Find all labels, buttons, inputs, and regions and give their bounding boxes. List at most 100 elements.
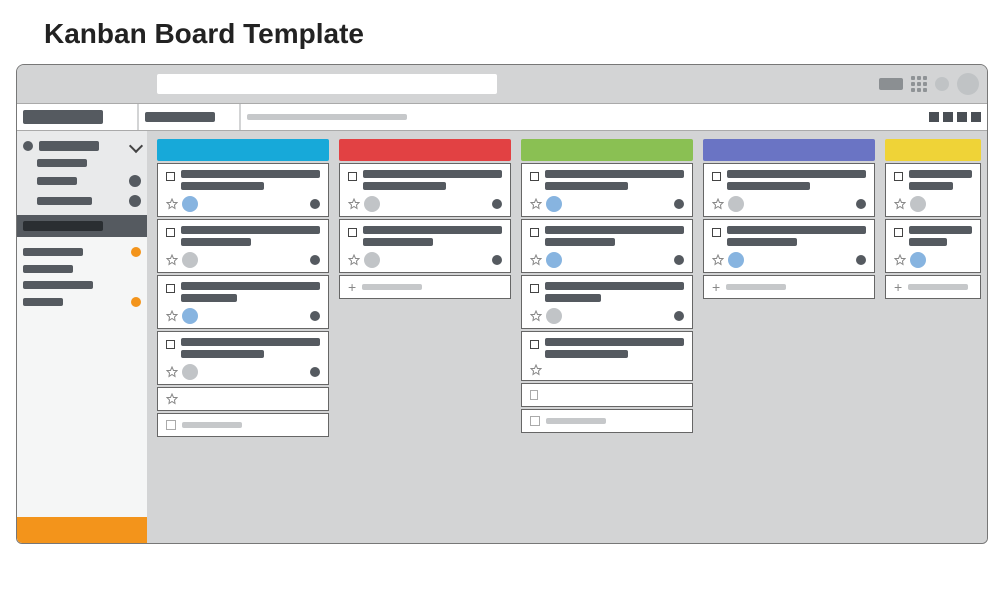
column-header[interactable] — [339, 139, 511, 161]
chrome-button-icon[interactable] — [879, 78, 903, 90]
card-text-line — [909, 226, 972, 234]
assignee-avatar-icon[interactable] — [182, 196, 198, 212]
checkbox-icon[interactable] — [530, 228, 539, 237]
star-icon[interactable] — [166, 310, 178, 322]
star-icon[interactable] — [712, 254, 724, 266]
sidebar-item-active[interactable] — [17, 215, 147, 237]
kanban-board: + + + — [147, 131, 987, 543]
assignee-avatar-icon[interactable] — [546, 196, 562, 212]
checkbox-icon[interactable] — [894, 172, 903, 181]
url-bar[interactable] — [157, 74, 497, 94]
star-icon[interactable] — [894, 198, 906, 210]
kanban-card[interactable] — [339, 163, 511, 217]
star-icon[interactable] — [530, 310, 542, 322]
assignee-avatar-icon[interactable] — [182, 308, 198, 324]
checkbox-icon[interactable] — [166, 228, 175, 237]
card-footer-row[interactable] — [157, 387, 329, 411]
add-card-button[interactable]: + — [703, 275, 875, 299]
sidebar-cta-button[interactable] — [17, 517, 147, 543]
sidebar-item[interactable] — [23, 155, 141, 171]
toolbar-button[interactable] — [957, 112, 967, 122]
sidebar-header[interactable] — [23, 137, 141, 155]
checkbox-icon[interactable] — [712, 172, 721, 181]
kanban-card[interactable] — [521, 331, 693, 381]
column-header[interactable] — [157, 139, 329, 161]
checkbox-icon[interactable] — [166, 172, 175, 181]
star-icon[interactable] — [530, 254, 542, 266]
kanban-card[interactable] — [885, 219, 981, 273]
star-icon[interactable] — [530, 198, 542, 210]
column-header[interactable] — [521, 139, 693, 161]
assignee-avatar-icon[interactable] — [364, 252, 380, 268]
assignee-avatar-icon[interactable] — [728, 252, 744, 268]
sidebar-item[interactable] — [23, 293, 141, 311]
assignee-avatar-icon[interactable] — [182, 364, 198, 380]
kanban-card[interactable] — [521, 163, 693, 217]
checkbox-icon[interactable] — [894, 228, 903, 237]
assignee-avatar-icon[interactable] — [546, 252, 562, 268]
star-icon[interactable] — [166, 254, 178, 266]
badge-dot-icon — [129, 195, 141, 207]
column-header[interactable] — [885, 139, 981, 161]
kanban-card[interactable] — [157, 219, 329, 273]
sidebar-item[interactable] — [23, 243, 141, 261]
checkbox-icon[interactable] — [166, 284, 175, 293]
card-text-line — [545, 226, 684, 234]
checkbox-icon[interactable] — [166, 340, 175, 349]
add-card-button[interactable] — [521, 409, 693, 433]
star-icon[interactable] — [348, 198, 360, 210]
breadcrumb-tab[interactable] — [139, 104, 239, 130]
kanban-card[interactable] — [339, 219, 511, 273]
checkbox-icon[interactable] — [348, 228, 357, 237]
star-icon[interactable] — [166, 198, 178, 210]
sidebar-item[interactable] — [23, 171, 141, 191]
star-icon[interactable] — [166, 366, 178, 378]
kanban-card[interactable] — [157, 163, 329, 217]
card-text-line — [545, 282, 684, 290]
checkbox-icon[interactable] — [530, 340, 539, 349]
star-icon[interactable] — [894, 254, 906, 266]
assignee-avatar-icon[interactable] — [910, 196, 926, 212]
chevron-down-icon — [129, 139, 143, 153]
sidebar-item[interactable] — [23, 261, 141, 277]
app-logo[interactable] — [17, 104, 137, 130]
checkbox-icon[interactable] — [712, 228, 721, 237]
dot-icon — [23, 141, 33, 151]
card-text-line — [181, 282, 320, 290]
assignee-avatar-icon[interactable] — [546, 308, 562, 324]
add-card-button[interactable]: + — [339, 275, 511, 299]
checkbox-icon[interactable] — [530, 172, 539, 181]
apps-grid-icon[interactable] — [911, 76, 927, 92]
kanban-card[interactable] — [703, 163, 875, 217]
search-bar[interactable] — [241, 104, 987, 130]
assignee-avatar-icon[interactable] — [728, 196, 744, 212]
card-text-line — [181, 226, 320, 234]
star-icon[interactable] — [712, 198, 724, 210]
toolbar-button[interactable] — [971, 112, 981, 122]
assignee-avatar-icon[interactable] — [364, 196, 380, 212]
checkbox-icon[interactable] — [348, 172, 357, 181]
kanban-card[interactable] — [885, 163, 981, 217]
add-card-button[interactable] — [157, 413, 329, 437]
kanban-card[interactable] — [521, 219, 693, 273]
card-footer-row[interactable] — [521, 383, 693, 407]
sidebar-item[interactable] — [23, 277, 141, 293]
kanban-card[interactable] — [703, 219, 875, 273]
sidebar-item[interactable] — [23, 191, 141, 211]
assignee-avatar-icon[interactable] — [910, 252, 926, 268]
add-card-button[interactable]: + — [885, 275, 981, 299]
star-icon[interactable] — [530, 364, 542, 376]
kanban-card[interactable] — [521, 275, 693, 329]
toolbar-button[interactable] — [929, 112, 939, 122]
toolbar-button[interactable] — [943, 112, 953, 122]
kanban-card[interactable] — [157, 331, 329, 385]
assignee-avatar-icon[interactable] — [182, 252, 198, 268]
checkbox-icon[interactable] — [530, 284, 539, 293]
chrome-dot-icon[interactable] — [935, 77, 949, 91]
profile-avatar-icon[interactable] — [957, 73, 979, 95]
kanban-card[interactable] — [157, 275, 329, 329]
star-icon[interactable] — [348, 254, 360, 266]
column-header[interactable] — [703, 139, 875, 161]
card-text-line — [181, 238, 251, 246]
add-card-placeholder — [546, 418, 606, 424]
